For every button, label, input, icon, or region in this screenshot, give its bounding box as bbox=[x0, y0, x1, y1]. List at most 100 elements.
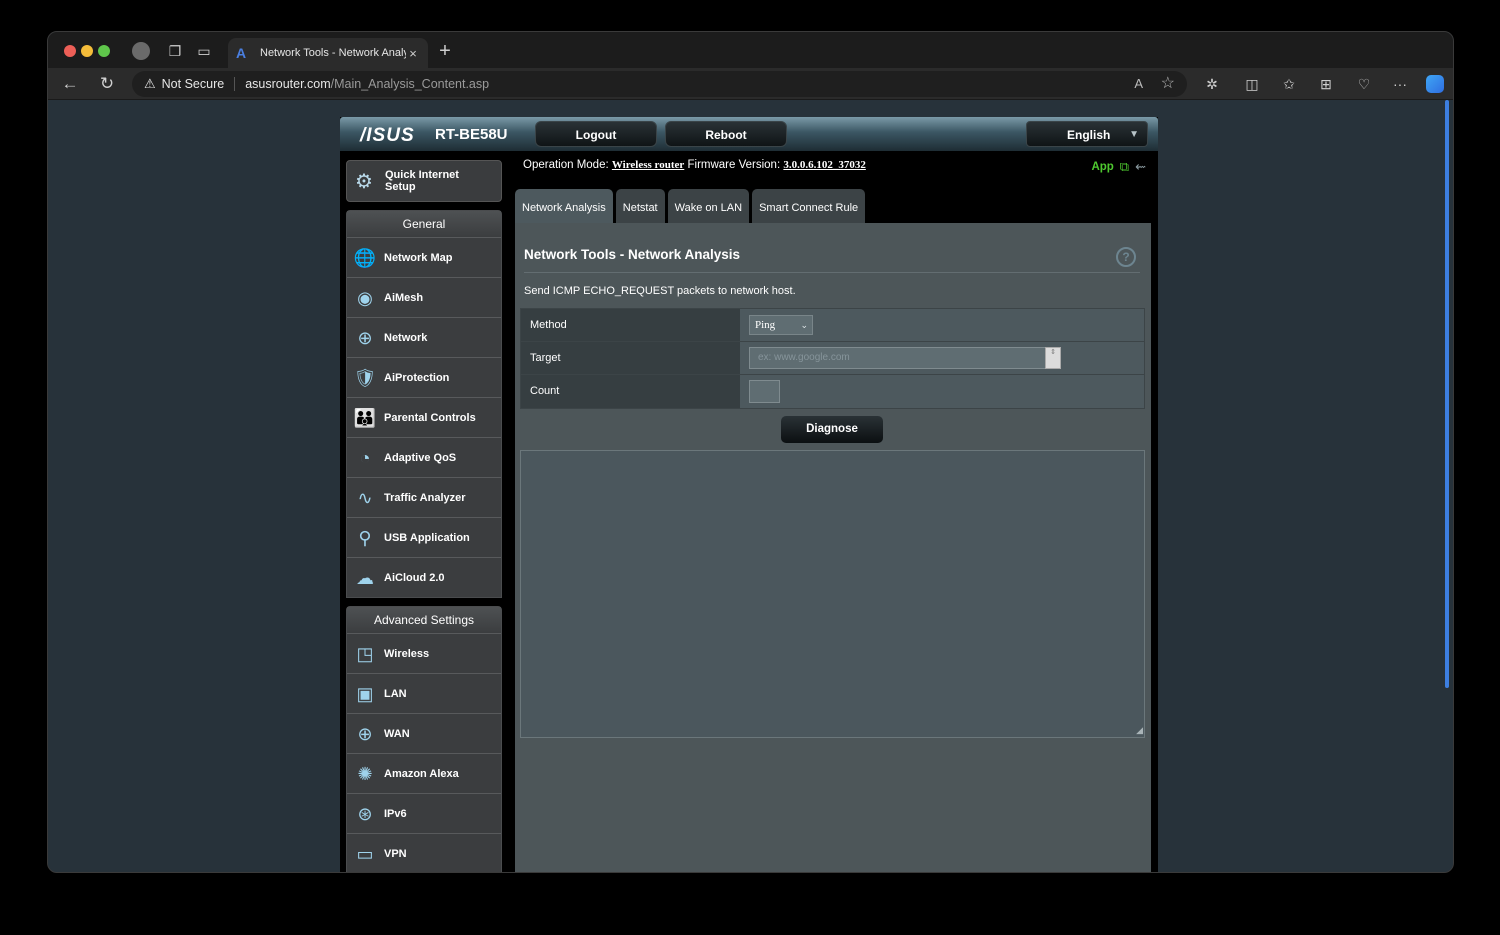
security-label[interactable]: Not Secure bbox=[162, 77, 225, 91]
sidebar-item-ipv6[interactable]: ⊛ IPv6 bbox=[347, 793, 501, 833]
sidebar-item-parental-controls[interactable]: 👪 Parental Controls bbox=[347, 397, 501, 437]
ipv6-globe-icon: ⊛ bbox=[357, 803, 373, 824]
browser-window: ❐ ▭ A Network Tools - Network Analy × + … bbox=[47, 31, 1454, 873]
favorites-icon[interactable]: ✩ bbox=[1278, 74, 1300, 94]
back-button[interactable]: ← bbox=[60, 74, 80, 94]
copilot-icon[interactable] bbox=[1426, 75, 1444, 93]
vertical-scrollbar[interactable] bbox=[1445, 100, 1449, 688]
reboot-button[interactable]: Reboot bbox=[665, 121, 787, 147]
count-input[interactable] bbox=[749, 380, 780, 403]
profile-avatar[interactable] bbox=[132, 42, 150, 60]
collections-icon[interactable]: ⊞ bbox=[1315, 74, 1337, 94]
sidebar-item-label: Adaptive QoS bbox=[384, 451, 457, 464]
tab-netstat[interactable]: Netstat bbox=[615, 189, 665, 223]
browser-tab-active[interactable]: A Network Tools - Network Analy × bbox=[228, 38, 428, 68]
sidebar-item-aicloud[interactable]: ☁ AiCloud 2.0 bbox=[347, 557, 501, 597]
sidebar-item-vpn[interactable]: ▭ VPN bbox=[347, 833, 501, 872]
tab-wake-on-lan[interactable]: Wake on LAN bbox=[667, 189, 750, 223]
sidebar-item-aimesh[interactable]: ◉ AiMesh bbox=[347, 277, 501, 317]
split-screen-icon[interactable]: ◫ bbox=[1241, 74, 1263, 94]
method-row: Method Ping ⌄ bbox=[521, 309, 1144, 342]
lan-port-icon: ▣ bbox=[356, 683, 374, 704]
language-select[interactable]: English ▼ bbox=[1026, 121, 1148, 147]
sidebar-item-aiprotection[interactable]: 🛡 AiProtection bbox=[347, 357, 501, 397]
setup-wizard-icon: ⚙ bbox=[355, 170, 373, 193]
target-input[interactable]: ex: www.google.com bbox=[749, 347, 1046, 369]
browser-health-icon[interactable]: ♡ bbox=[1353, 74, 1375, 94]
method-value-cell: Ping ⌄ bbox=[740, 309, 1144, 341]
target-spinner-icon[interactable]: ⇕ bbox=[1045, 347, 1061, 369]
sidebar-item-amazon-alexa[interactable]: ✺ Amazon Alexa bbox=[347, 753, 501, 793]
sidebar-item-network-map[interactable]: 🌐 Network Map bbox=[347, 237, 501, 277]
maximize-window-button[interactable] bbox=[98, 45, 110, 57]
favorite-star-icon[interactable]: ☆ bbox=[1161, 71, 1175, 97]
target-value-cell: ex: www.google.com ⇕ bbox=[740, 342, 1144, 374]
logout-button[interactable]: Logout bbox=[535, 121, 657, 147]
cloud-icon: ☁ bbox=[356, 567, 374, 588]
address-bar[interactable]: ⚠ Not Secure asusrouter.com/Main_Analysi… bbox=[132, 71, 1187, 97]
app-connection-icon[interactable]: ⧉ bbox=[1120, 159, 1129, 175]
analysis-form: Method Ping ⌄ Target ex: www.google.com bbox=[520, 308, 1145, 409]
help-icon[interactable]: ? bbox=[1116, 247, 1136, 267]
tab-network-analysis[interactable]: Network Analysis bbox=[515, 189, 613, 223]
network-map-icon: 🌐 bbox=[353, 247, 377, 268]
network-analysis-panel: Network Tools - Network Analysis ? Send … bbox=[515, 223, 1151, 872]
new-tab-button[interactable]: + bbox=[436, 41, 454, 61]
family-icon: 👪 bbox=[353, 407, 377, 428]
app-status: App ⧉ ⇜ bbox=[1091, 159, 1146, 175]
firmware-label: Firmware Version: bbox=[687, 159, 781, 171]
minimize-window-button[interactable] bbox=[81, 45, 93, 57]
router-banner: /ISUS RT-BE58U Logout Reboot English ▼ bbox=[340, 117, 1158, 151]
read-aloud-icon[interactable]: A bbox=[1134, 71, 1143, 97]
sidebar-item-lan[interactable]: ▣ LAN bbox=[347, 673, 501, 713]
sidebar-item-label: USB Application bbox=[384, 531, 470, 544]
sidebar-item-traffic-analyzer[interactable]: ∿ Traffic Analyzer bbox=[347, 477, 501, 517]
sidebar-item-label: Network Map bbox=[384, 251, 453, 264]
target-row: Target ex: www.google.com ⇕ bbox=[521, 342, 1144, 375]
method-select[interactable]: Ping ⌄ bbox=[749, 315, 813, 335]
sidebar-item-label: Wireless bbox=[384, 647, 430, 660]
separator bbox=[234, 77, 236, 91]
count-label: Count bbox=[521, 375, 740, 408]
page-viewport: /ISUS RT-BE58U Logout Reboot English ▼ O… bbox=[48, 100, 1453, 872]
speedometer-icon: ◔ bbox=[359, 447, 371, 468]
tab-actions-icon[interactable]: ▭ bbox=[195, 42, 213, 60]
chevron-down-icon: ▼ bbox=[1129, 129, 1139, 140]
resize-grip-icon[interactable]: ◢ bbox=[1136, 725, 1143, 736]
sidebar-item-label: AiCloud 2.0 bbox=[384, 571, 445, 584]
sidebar-item-label: VPN bbox=[384, 847, 407, 860]
sidebar-item-wan[interactable]: ⊕ WAN bbox=[347, 713, 501, 753]
sidebar-item-label: LAN bbox=[384, 687, 407, 700]
quick-internet-setup-button[interactable]: ⚙ Quick Internet Setup bbox=[346, 160, 502, 202]
close-window-button[interactable] bbox=[64, 45, 76, 57]
close-tab-icon[interactable]: × bbox=[406, 46, 420, 61]
target-label: Target bbox=[521, 342, 740, 374]
workspaces-icon[interactable]: ❐ bbox=[166, 42, 184, 60]
browser-toolbar: ← ↻ ⚠ Not Secure asusrouter.com/Main_Ana… bbox=[48, 68, 1453, 100]
usb-icon: ⇜ bbox=[1135, 159, 1146, 174]
app-label[interactable]: App bbox=[1091, 161, 1113, 173]
asus-logo: /ISUS bbox=[360, 125, 415, 146]
diagnose-button[interactable]: Diagnose bbox=[781, 416, 883, 443]
operation-mode-link[interactable]: Wireless router bbox=[612, 159, 684, 171]
sidebar-item-adaptive-qos[interactable]: ◔ Adaptive QoS bbox=[347, 437, 501, 477]
sidebar-item-wireless[interactable]: ◳ Wireless bbox=[347, 633, 501, 673]
method-select-value: Ping bbox=[755, 319, 776, 331]
operation-mode-label: Operation Mode: bbox=[523, 159, 609, 171]
more-menu-icon[interactable]: ··· bbox=[1389, 74, 1411, 94]
sidebar-item-usb-application[interactable]: ⚲ USB Application bbox=[347, 517, 501, 557]
reload-button[interactable]: ↻ bbox=[97, 74, 117, 94]
tab-smart-connect-rule[interactable]: Smart Connect Rule bbox=[752, 189, 866, 223]
language-value: English bbox=[1067, 128, 1111, 142]
status-bar: Operation Mode: Wireless router Firmware… bbox=[523, 159, 866, 171]
diagnosis-output-textarea[interactable]: ◢ bbox=[520, 450, 1145, 738]
extensions-icon[interactable]: ✲ bbox=[1201, 74, 1223, 94]
chevron-down-icon: ⌄ bbox=[800, 320, 808, 330]
firmware-link[interactable]: 3.0.0.6.102_37032 bbox=[783, 159, 866, 171]
title-divider bbox=[524, 272, 1140, 273]
sidebar-item-label: Network bbox=[384, 331, 428, 344]
count-row: Count bbox=[521, 375, 1144, 408]
wireless-icon: ◳ bbox=[356, 643, 374, 664]
alexa-icon: ✺ bbox=[357, 763, 373, 784]
sidebar-item-network[interactable]: ⊕ Network bbox=[347, 317, 501, 357]
